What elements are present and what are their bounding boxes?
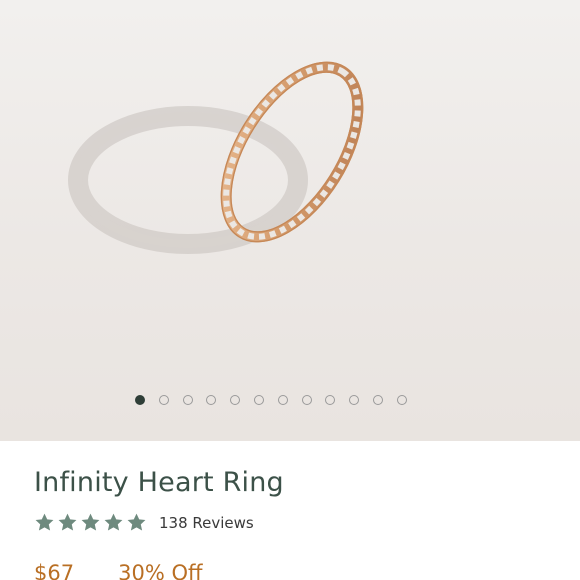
star-icon	[35, 513, 54, 531]
gallery-dot-3[interactable]	[182, 395, 193, 405]
star-icon	[127, 513, 146, 531]
star-icon	[81, 513, 100, 531]
product-image-gallery[interactable]	[0, 0, 580, 441]
star-rating	[34, 512, 147, 533]
gallery-dot-1[interactable]	[135, 395, 145, 405]
gallery-dot-7[interactable]	[277, 395, 288, 405]
product-title: Infinity Heart Ring	[34, 467, 284, 498]
gallery-dot-2[interactable]	[158, 395, 169, 405]
product-rating[interactable]: 138 Reviews	[34, 512, 254, 533]
gallery-dot-5[interactable]	[230, 395, 241, 405]
price: $67	[34, 561, 75, 580]
gallery-dot-9[interactable]	[325, 395, 336, 405]
discount-badge: 30% Off	[118, 561, 203, 580]
product-image	[68, 61, 364, 254]
reviews-link[interactable]: 138 Reviews	[159, 514, 254, 532]
gallery-dot-10[interactable]	[349, 395, 360, 405]
gallery-dot-4[interactable]	[206, 395, 217, 405]
gallery-dot-11[interactable]	[372, 395, 383, 405]
price-row: $67 30% Off	[34, 561, 202, 580]
gallery-pagination[interactable]	[135, 395, 407, 408]
gallery-dot-6[interactable]	[253, 395, 264, 405]
star-icon	[104, 513, 123, 531]
star-icon	[58, 513, 77, 531]
product-info: Infinity Heart Ring 138 Reviews $67 30% …	[0, 441, 580, 580]
gallery-dot-8[interactable]	[301, 395, 312, 405]
gallery-dot-12[interactable]	[396, 395, 407, 405]
product-page: Infinity Heart Ring 138 Reviews $67 30% …	[0, 0, 580, 580]
